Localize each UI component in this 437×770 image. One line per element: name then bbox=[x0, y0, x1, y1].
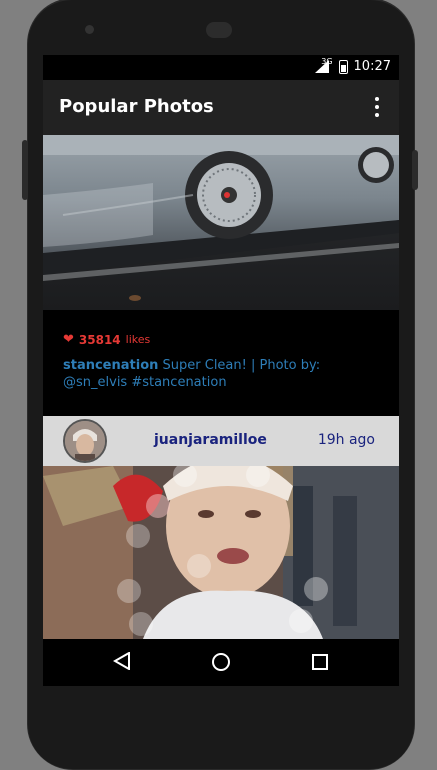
post-photo[interactable] bbox=[43, 135, 399, 310]
car-photo-image bbox=[43, 135, 399, 310]
likes-count: 35814 bbox=[78, 332, 121, 347]
post-photo[interactable] bbox=[43, 466, 399, 639]
clock: 10:27 bbox=[353, 59, 391, 74]
likes-row: ❤ 35814 likes bbox=[63, 332, 150, 347]
post-username[interactable]: juanjaramilloe bbox=[154, 432, 267, 448]
post-caption: stancenation Super Clean! | Photo by: @s… bbox=[63, 357, 383, 391]
selfie-photo-image bbox=[43, 466, 399, 639]
front-camera bbox=[85, 25, 94, 34]
status-bar: 3G 10:27 bbox=[43, 55, 399, 80]
app-title: Popular Photos bbox=[59, 96, 214, 117]
screen: 3G 10:27 Popular Photos ❤ 35814 likes st… bbox=[43, 55, 399, 686]
battery-icon bbox=[338, 59, 348, 74]
power-button bbox=[412, 150, 418, 190]
back-icon[interactable] bbox=[113, 652, 131, 670]
overflow-menu-icon[interactable] bbox=[373, 97, 381, 117]
heart-icon[interactable]: ❤ bbox=[63, 332, 74, 347]
caption-username[interactable]: stancenation bbox=[63, 358, 158, 373]
avatar[interactable] bbox=[63, 419, 107, 463]
likes-label: likes bbox=[125, 333, 151, 346]
post-header: juanjaramilloe 19h ago bbox=[43, 416, 399, 466]
app-bar: Popular Photos bbox=[43, 80, 399, 135]
network-type: 3G bbox=[321, 57, 333, 66]
navigation-bar bbox=[43, 639, 399, 686]
speaker-grille bbox=[206, 22, 232, 38]
post-time: 19h ago bbox=[317, 432, 375, 448]
avatar-image bbox=[65, 421, 105, 461]
recents-icon[interactable] bbox=[312, 654, 328, 670]
home-icon[interactable] bbox=[212, 653, 230, 671]
volume-button bbox=[22, 140, 28, 200]
